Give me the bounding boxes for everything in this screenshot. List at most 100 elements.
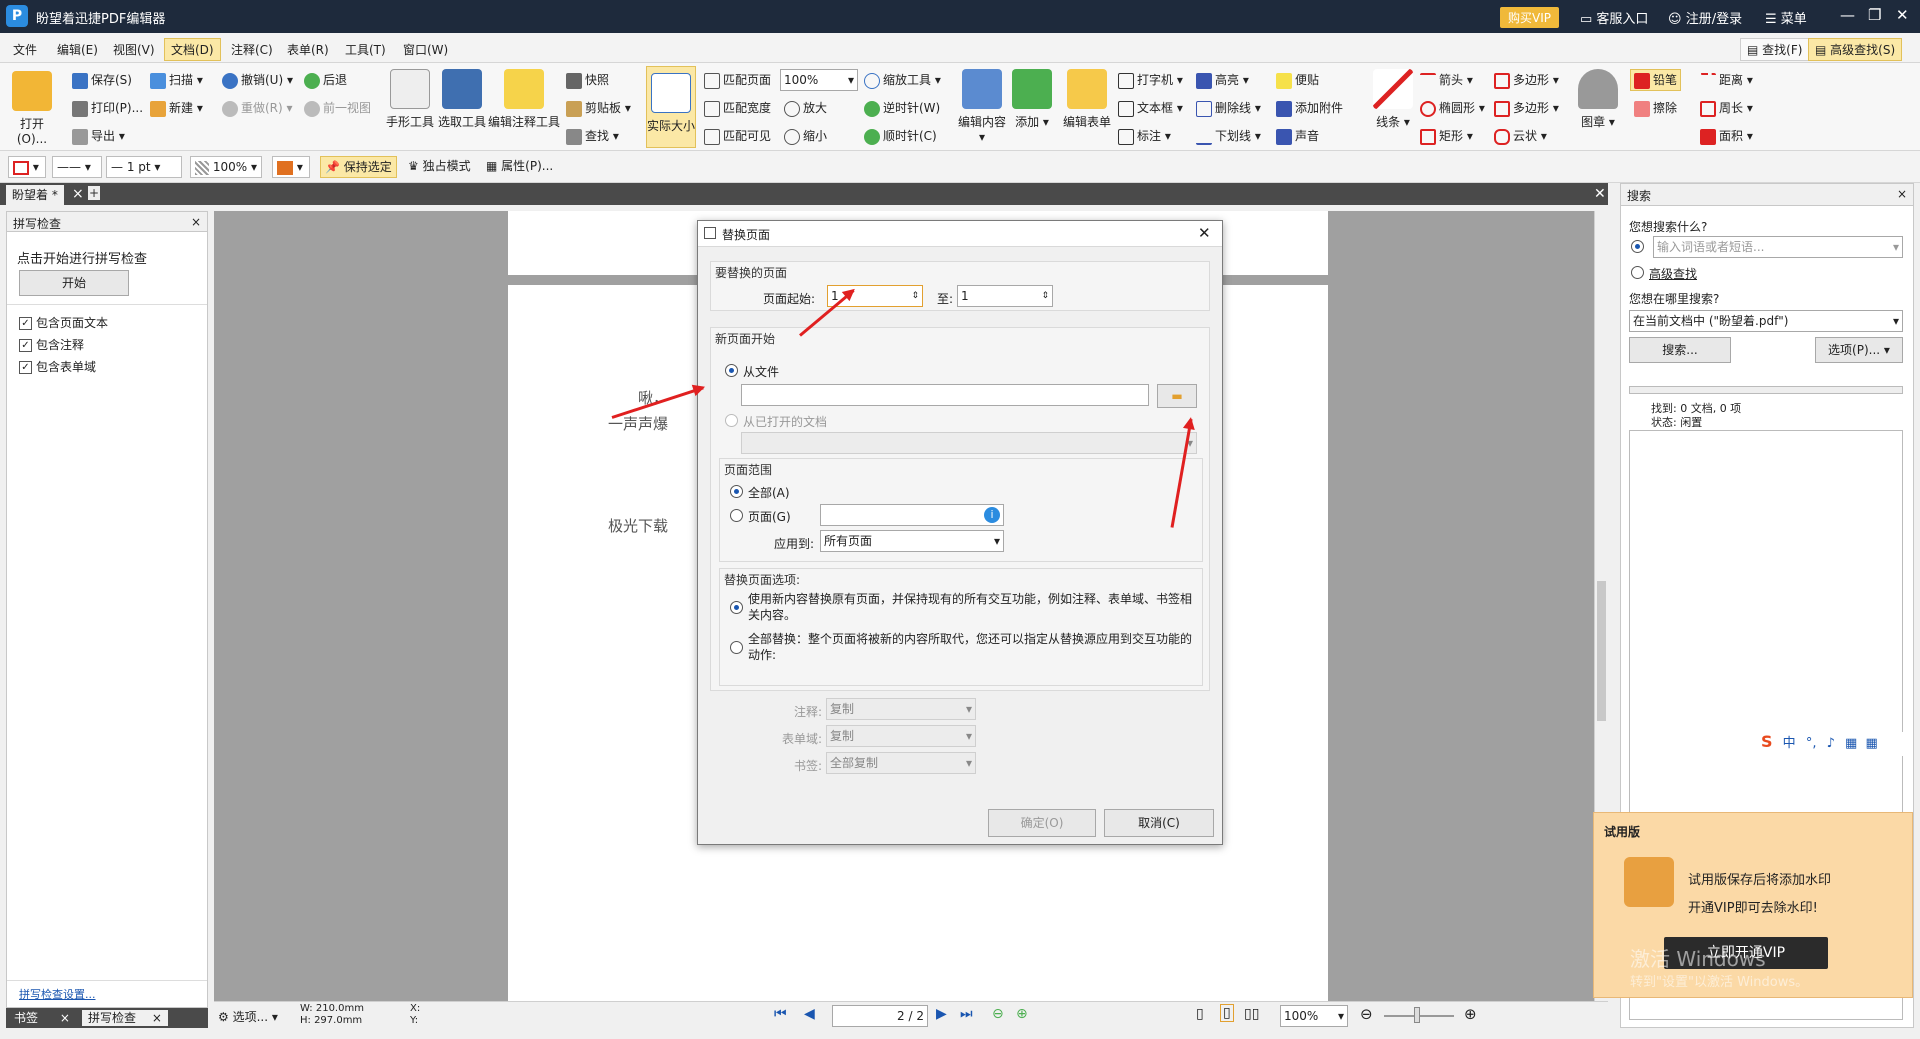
keep-interactive-radio[interactable] — [730, 601, 743, 614]
search-input[interactable]: 输入词语或者短语... ▾ — [1653, 236, 1903, 258]
rotate-cw-button[interactable]: 顺时针(C) — [864, 127, 937, 145]
tab-bookmarks[interactable]: 书签 × — [8, 1010, 76, 1026]
fit-page-button[interactable]: 匹配页面 — [704, 71, 771, 89]
rect-button[interactable]: 矩形 ▾ — [1420, 127, 1473, 145]
cloud-button[interactable]: 云状 ▾ — [1494, 127, 1547, 145]
edit-annotation-tool-button[interactable]: 编辑注释工具 — [488, 69, 560, 130]
menu-form[interactable]: 表单(R) — [282, 40, 334, 59]
pages-radio[interactable] — [730, 509, 743, 522]
spellcheck-settings-link[interactable]: 拼写检查设置... — [19, 986, 96, 1002]
pencil-button[interactable]: 铅笔 — [1630, 69, 1682, 91]
line-width-select[interactable]: — 1 pt ▾ — [106, 156, 182, 178]
first-page-icon[interactable]: ⏮ — [774, 1006, 787, 1022]
edit-content-button[interactable]: 编辑内容 ▾ — [956, 69, 1008, 144]
file-path-input[interactable] — [741, 384, 1149, 406]
close-document-icon[interactable]: ✕ — [1594, 186, 1606, 202]
sound-button[interactable]: 声音 — [1276, 127, 1319, 145]
area-button[interactable]: 面积 ▾ — [1700, 127, 1753, 145]
menu-edit[interactable]: 编辑(E) — [52, 40, 103, 59]
next-page-icon[interactable]: ▶ — [936, 1006, 947, 1022]
redo-button[interactable]: 重做(R) ▾ — [222, 99, 293, 117]
actual-size-button[interactable]: 实际大小 — [646, 66, 696, 148]
search-button[interactable]: 搜索... — [1629, 337, 1731, 363]
stamp-button[interactable]: 图章 ▾ — [1574, 69, 1622, 130]
zoom-tool-button[interactable]: 缩放工具 ▾ — [864, 71, 941, 89]
browse-folder-button[interactable]: ▬ — [1157, 384, 1197, 408]
zoom-select[interactable]: 100% ▾ — [780, 69, 858, 91]
end-page-stepper[interactable]: 1 ⇕ — [957, 285, 1053, 307]
all-pages-radio[interactable] — [730, 485, 743, 498]
zoom-out-icon[interactable]: ⊖ — [1360, 1005, 1373, 1023]
callout-button[interactable]: 标注 ▾ — [1118, 127, 1171, 145]
page-range-input[interactable]: i — [820, 504, 1004, 526]
add-button[interactable]: 添加 ▾ — [1010, 69, 1054, 130]
find-ribbon-button[interactable]: 查找 ▾ — [566, 127, 619, 145]
exclusive-mode-toggle[interactable]: ♛ 独占模式 — [404, 156, 475, 178]
hand-tool-button[interactable]: 手形工具 — [384, 69, 436, 130]
close-tab-icon[interactable]: × — [72, 186, 84, 202]
tab-spellcheck[interactable]: 拼写检查 × — [82, 1010, 168, 1026]
facing-page-icon[interactable]: ▯▯ — [1244, 1006, 1259, 1022]
scan-button[interactable]: 扫描 ▾ — [150, 71, 203, 89]
export-button[interactable]: 导出 ▾ — [72, 127, 125, 145]
page-number-input[interactable]: 2 / 2 — [832, 1005, 928, 1027]
customer-service-button[interactable]: ▭ 客服入口 — [1580, 8, 1648, 27]
arrow-button[interactable]: 箭头 ▾ — [1420, 71, 1473, 89]
close-icon[interactable]: × — [60, 1011, 70, 1025]
snapshot-button[interactable]: 快照 — [566, 71, 609, 89]
advanced-find-button[interactable]: ▤ 高级查找(S) — [1808, 38, 1903, 61]
clipboard-button[interactable]: 剪贴板 ▾ — [566, 99, 631, 117]
menu-button[interactable]: ☰ 菜单 — [1765, 8, 1807, 27]
menu-document[interactable]: 文档(D) — [164, 38, 221, 61]
new-tab-icon[interactable]: + — [88, 186, 100, 200]
eraser-button[interactable]: 擦除 — [1634, 99, 1677, 117]
cancel-button[interactable]: 取消(C) — [1104, 809, 1214, 837]
typewriter-button[interactable]: 打字机 ▾ — [1118, 71, 1183, 89]
close-icon[interactable]: × — [1897, 187, 1907, 201]
textbox-button[interactable]: 文本框 ▾ — [1118, 99, 1183, 117]
edit-form-button[interactable]: 编辑表单 — [1060, 69, 1114, 130]
zoom-in-icon[interactable]: ⊕ — [1464, 1005, 1477, 1023]
menu-tools[interactable]: 工具(T) — [340, 40, 391, 59]
back-nav-icon[interactable]: ⊖ — [992, 1006, 1004, 1022]
status-zoom-select[interactable]: 100% ▾ — [1280, 1005, 1348, 1027]
line-style-select[interactable]: —— ▾ — [52, 156, 102, 178]
include-form-fields-option[interactable]: ✓ 包含表单域 — [19, 358, 96, 375]
advanced-search-radio[interactable] — [1631, 266, 1644, 279]
login-button[interactable]: ☺ 注册/登录 — [1668, 8, 1742, 27]
zoom-out-button[interactable]: 缩小 — [784, 127, 827, 145]
search-options-button[interactable]: 选项(P)... ▾ — [1815, 337, 1903, 363]
buy-vip-button[interactable]: 购买VIP — [1500, 7, 1559, 28]
minimize-icon[interactable]: — — [1840, 6, 1855, 24]
rotate-ccw-button[interactable]: 逆时针(W) — [864, 99, 940, 117]
prev-view-button[interactable]: 前一视图 — [304, 99, 371, 117]
include-page-text-option[interactable]: ✓ 包含页面文本 — [19, 314, 108, 331]
zoom-slider-thumb[interactable] — [1414, 1007, 1420, 1023]
zoom-in-button[interactable]: 放大 — [784, 99, 827, 117]
perimeter-button[interactable]: 周长 ▾ — [1700, 99, 1753, 117]
search-phrase-radio[interactable] — [1631, 240, 1644, 253]
polyline-button[interactable]: 多边形 ▾ — [1494, 99, 1559, 117]
form-field-select[interactable]: 复制 ▾ — [826, 725, 976, 747]
back-button[interactable]: 后退 — [304, 71, 347, 89]
annotation-select[interactable]: 复制 ▾ — [826, 698, 976, 720]
tab-document[interactable]: 盼望着 * — [6, 185, 64, 205]
prev-page-icon[interactable]: ◀ — [804, 1006, 815, 1022]
ime-toolbar[interactable]: S 中 °, ♪ ▦ ▦ — [1761, 732, 1911, 756]
fit-width-button[interactable]: 匹配宽度 — [704, 99, 771, 117]
menu-view[interactable]: 视图(V) — [108, 40, 160, 59]
from-opened-radio[interactable] — [725, 414, 738, 427]
apply-to-select[interactable]: 所有页面 ▾ — [820, 530, 1004, 552]
include-annotations-option[interactable]: ✓ 包含注释 — [19, 336, 84, 353]
select-tool-button[interactable]: 选取工具 — [436, 69, 488, 130]
close-icon[interactable]: × — [152, 1011, 162, 1025]
distance-button[interactable]: 距离 ▾ — [1700, 71, 1753, 89]
opacity-select[interactable]: 100% ▾ — [190, 156, 262, 178]
scrollbar-thumb[interactable] — [1597, 581, 1606, 721]
properties-button[interactable]: ▦ 属性(P)... — [482, 156, 557, 178]
opened-document-select[interactable]: ▾ — [741, 432, 1197, 454]
attach-button[interactable]: 添加附件 — [1276, 99, 1343, 117]
find-button[interactable]: ▤ 查找(F) — [1740, 38, 1810, 61]
open-button[interactable]: 打开(O)... — [6, 71, 58, 146]
start-page-stepper[interactable]: 1 ⇕ — [827, 285, 923, 307]
